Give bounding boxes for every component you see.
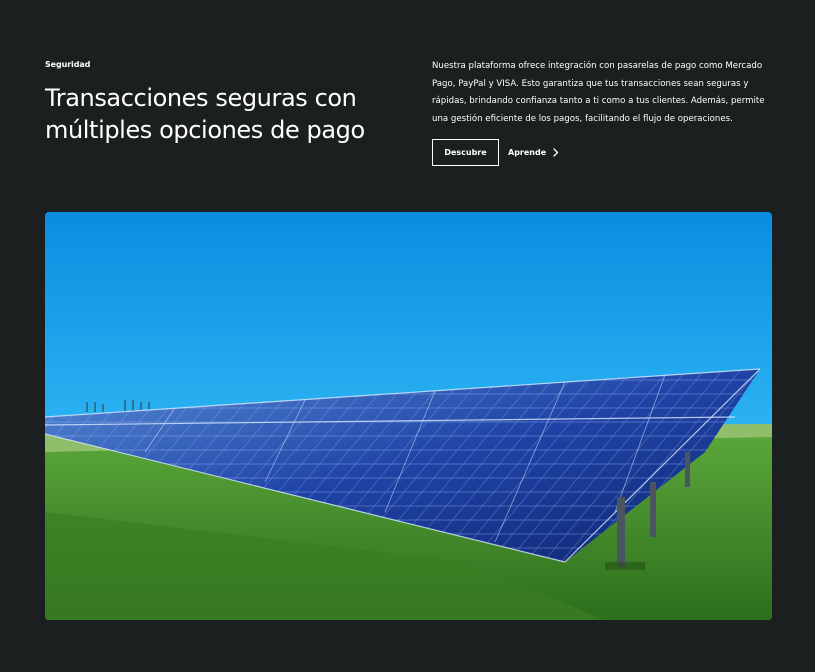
section-title-line-2: múltiples opciones de pago	[45, 116, 365, 144]
chevron-right-icon	[553, 148, 559, 157]
section-tagline: Seguridad	[45, 60, 91, 69]
solar-panels-image	[45, 212, 772, 620]
aprende-link[interactable]: Aprende	[508, 139, 559, 166]
descubre-button-label: Descubre	[444, 148, 487, 157]
hero-image	[45, 212, 772, 620]
descubre-button[interactable]: Descubre	[432, 139, 499, 166]
aprende-link-label: Aprende	[508, 148, 547, 157]
section-description: Nuestra plataforma ofrece integración co…	[432, 61, 765, 124]
section-title: Transacciones seguras con múltiples opci…	[45, 82, 415, 146]
section-title-line-1: Transacciones seguras con	[45, 84, 357, 112]
